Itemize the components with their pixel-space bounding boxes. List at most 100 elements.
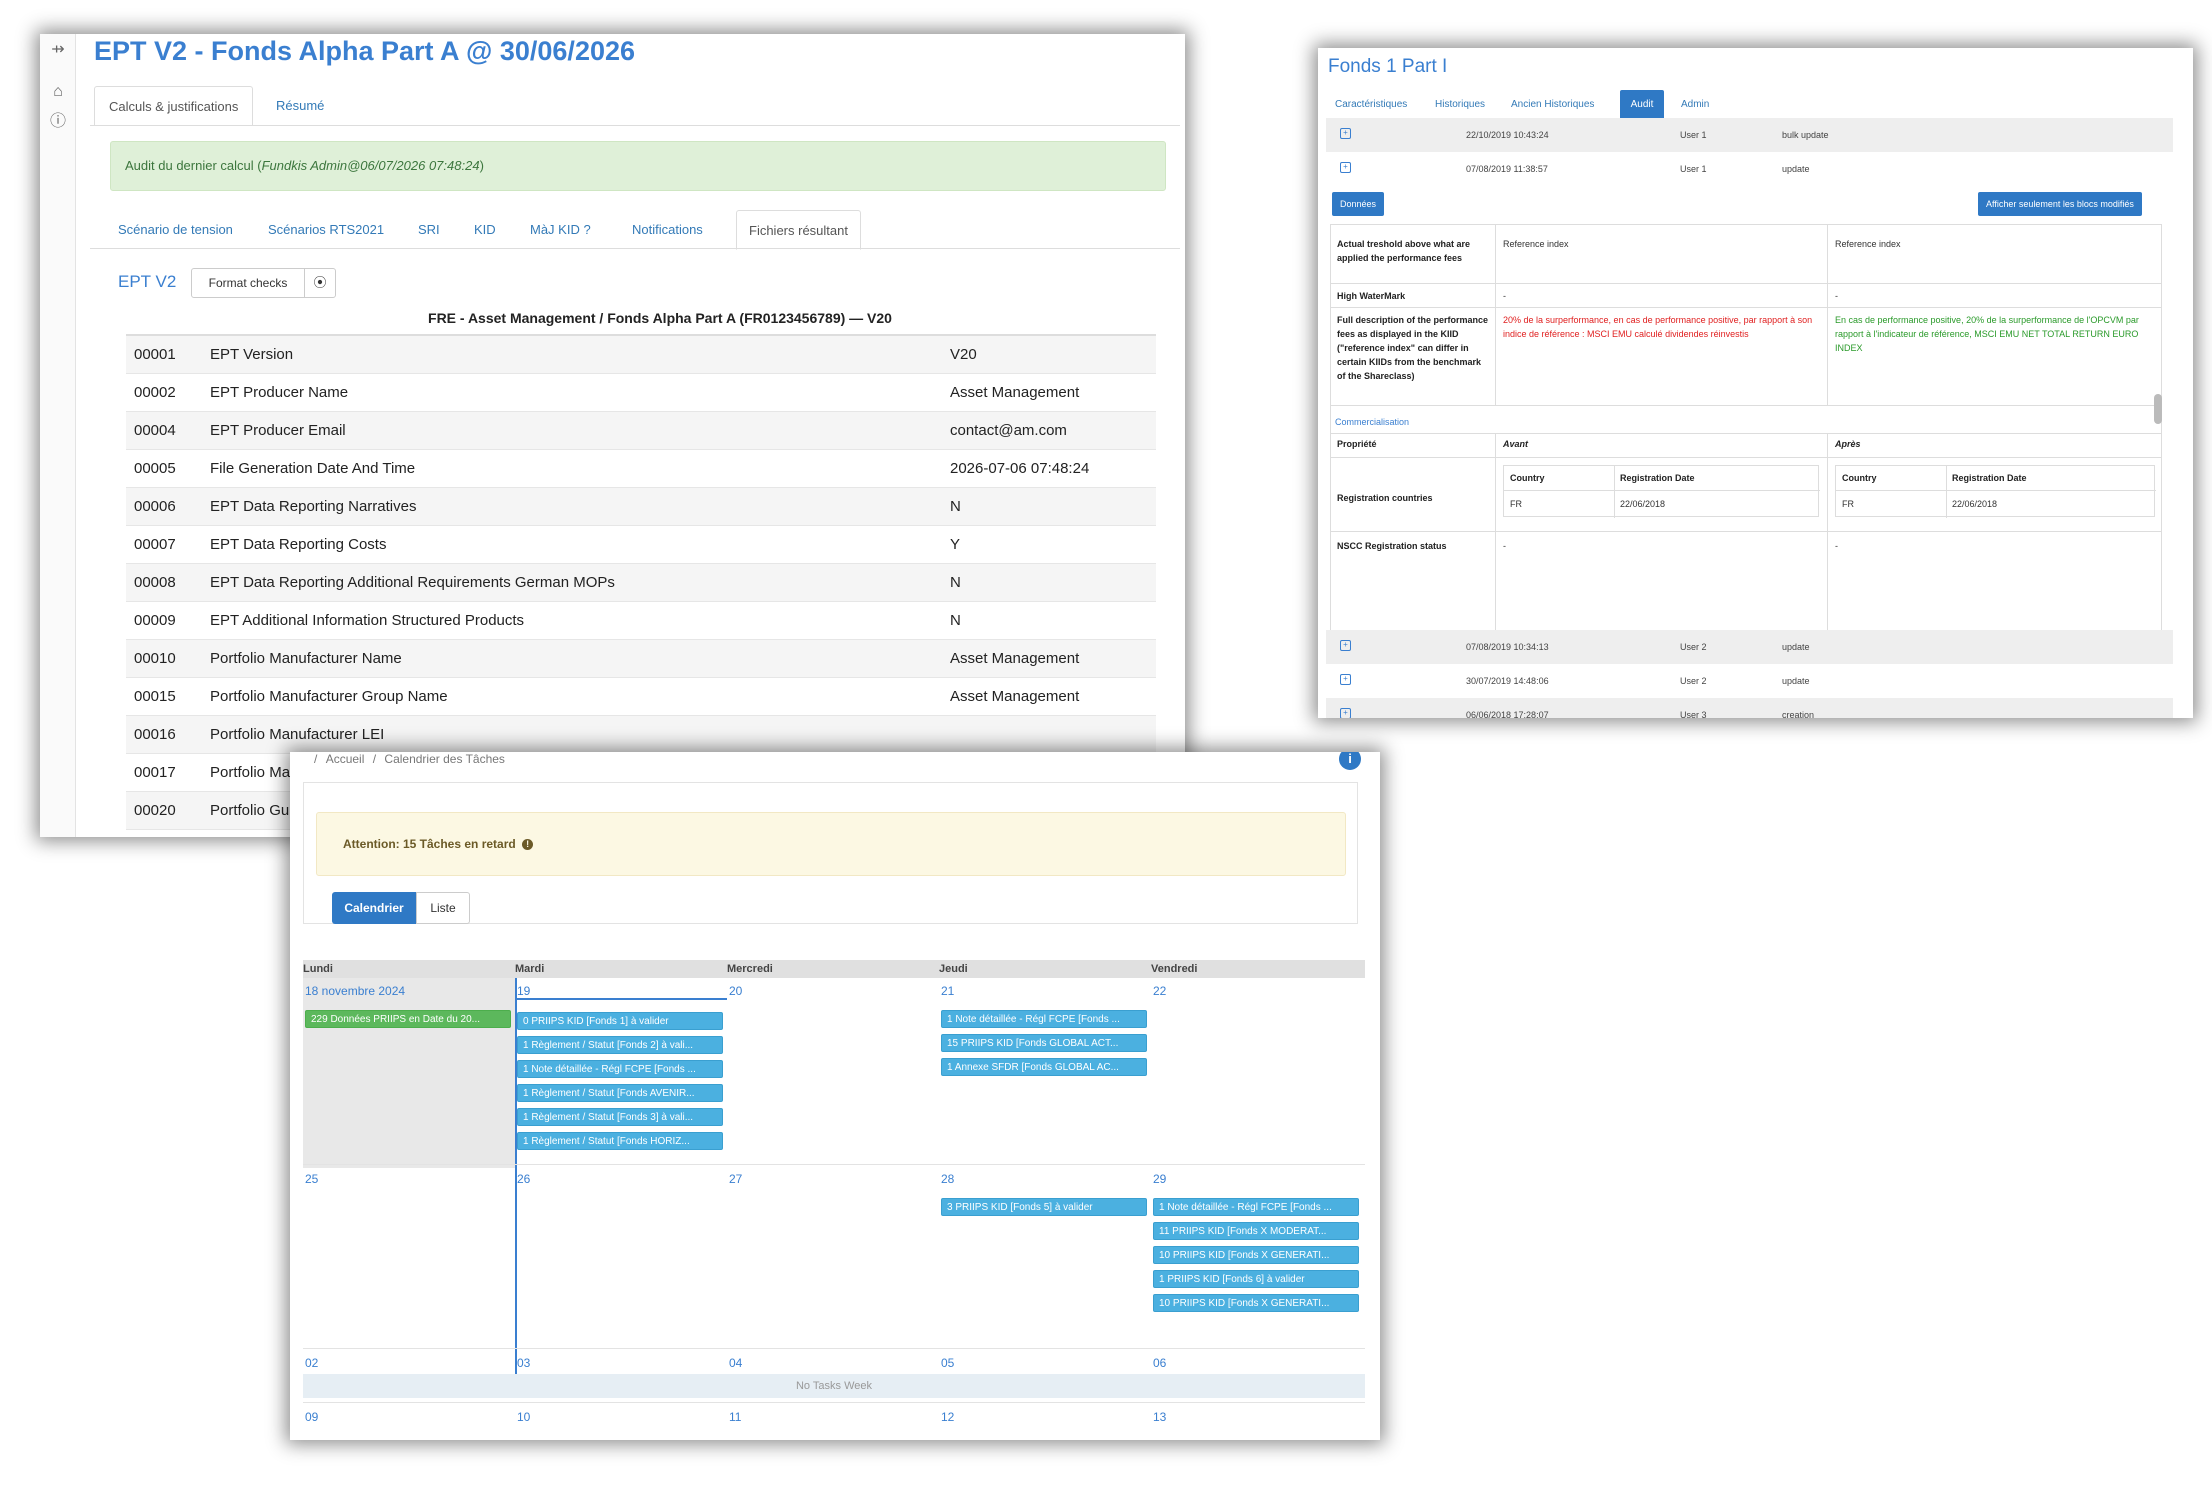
task-event[interactable]: 0 PRIIPS KID [Fonds 1] à valider (517, 1012, 723, 1030)
day-number[interactable]: 19 (517, 984, 530, 998)
day-number[interactable]: 29 (1153, 1172, 1166, 1186)
day-number[interactable]: 26 (517, 1172, 530, 1186)
day-number[interactable]: 20 (729, 984, 742, 998)
day-number[interactable]: 21 (941, 984, 954, 998)
field-value: 2026-07-06 07:48:24 (950, 460, 1090, 477)
day-number[interactable]: 18 novembre 2024 (305, 984, 405, 998)
day-number[interactable]: 25 (305, 1172, 318, 1186)
audit-row[interactable]: +30/07/2019 14:48:06 User 2 update (1326, 664, 2173, 698)
field-code: 00007 (134, 536, 176, 553)
day-number[interactable]: 10 (517, 1410, 530, 1424)
day-number[interactable]: 03 (517, 1356, 530, 1370)
donnees-button[interactable]: Données (1332, 192, 1385, 216)
download-button[interactable]: ⦿ (304, 268, 336, 298)
audit-row[interactable]: +06/06/2018 17:28:07 User 3 creation (1326, 698, 2173, 718)
field-code: 00009 (134, 612, 176, 629)
task-event[interactable]: 1 Note détaillée - Régl FCPE [Fonds ... (1153, 1198, 1359, 1216)
detail-scrollbar[interactable] (2154, 394, 2162, 424)
home-icon[interactable]: ⌂ (48, 82, 68, 102)
task-event[interactable]: 10 PRIIPS KID [Fonds X GENERATI... (1153, 1246, 1359, 1264)
expand-icon[interactable]: + (1340, 128, 1351, 139)
fund-audit-window: Fonds 1 Part I Caractéristiques Historiq… (1318, 48, 2193, 718)
day-number[interactable]: 05 (941, 1356, 954, 1370)
field-name: EPT Producer Name (210, 384, 349, 401)
calendar-view-button[interactable]: Calendrier (332, 892, 416, 924)
task-event[interactable]: 1 Annexe SFDR [Fonds GLOBAL AC... (941, 1058, 1147, 1076)
tab-caracteristiques[interactable]: Caractéristiques (1330, 90, 1412, 120)
row-divider (1331, 405, 2161, 406)
before-date-header: Registration Date (1620, 473, 1695, 483)
tab-scenario-tension[interactable]: Scénario de tension (106, 210, 245, 250)
tab-notifications[interactable]: Notifications (620, 210, 715, 250)
weekday-header: Lundi Mardi Mercredi Jeudi Vendredi (303, 960, 1365, 978)
task-event[interactable]: 1 Règlement / Statut [Fonds AVENIR... (517, 1084, 723, 1102)
tab-sri[interactable]: SRI (406, 210, 452, 250)
expand-icon[interactable]: + (1340, 162, 1351, 173)
tab-resume[interactable]: Résumé (262, 86, 338, 126)
table-row: 00008 EPT Data Reporting Additional Requi… (126, 564, 1156, 602)
tab-audit[interactable]: Audit (1620, 90, 1664, 120)
tab-calculs[interactable]: Calculs & justifications (94, 86, 254, 126)
list-view-button[interactable]: Liste (416, 892, 470, 924)
task-event[interactable]: 229 Données PRIIPS en Date du 20... (305, 1010, 511, 1028)
format-checks-button[interactable]: Format checks (191, 268, 305, 298)
tab-kid[interactable]: KID (462, 210, 508, 250)
task-event[interactable]: 3 PRIIPS KID [Fonds 5] à valider (941, 1198, 1147, 1216)
perf-description-label: Full description of the performance fees… (1337, 315, 1489, 381)
audit-row[interactable]: +07/08/2019 10:34:13 User 2 update (1326, 630, 2173, 664)
audit-user: User 3 (1680, 710, 1707, 718)
breadcrumb-home[interactable]: Accueil (321, 752, 370, 766)
task-event[interactable]: 10 PRIIPS KID [Fonds X GENERATI... (1153, 1294, 1359, 1312)
task-event[interactable]: 1 Note détaillée - Régl FCPE [Fonds ... (517, 1060, 723, 1078)
day-number[interactable]: 22 (1153, 984, 1166, 998)
audit-user: User 1 (1680, 130, 1707, 140)
tab-ancien-historiques[interactable]: Ancien Historiques (1506, 90, 1599, 120)
day-number[interactable]: 28 (941, 1172, 954, 1186)
collapse-icon[interactable]: ⇸ (48, 40, 68, 60)
tab-admin[interactable]: Admin (1676, 90, 1714, 120)
day-number[interactable]: 04 (729, 1356, 742, 1370)
expand-icon[interactable]: + (1340, 674, 1351, 685)
expand-icon[interactable]: + (1340, 708, 1351, 718)
table-row: 00009 EPT Additional Information Structur… (126, 602, 1156, 640)
table-row: 00015 Portfolio Manufacturer Group Name As… (126, 678, 1156, 716)
tab-maj-kid[interactable]: MàJ KID ? (518, 210, 603, 250)
day-number[interactable]: 27 (729, 1172, 742, 1186)
field-code: 00015 (134, 688, 176, 705)
help-icon[interactable]: ⓘ (48, 112, 68, 132)
audit-user: Fundkis Admin@06/07/2026 07:48:24 (261, 158, 480, 173)
task-event[interactable]: 11 PRIIPS KID [Fonds X MODERAT... (1153, 1222, 1359, 1240)
audit-detail-panel: Actual treshold above what are applied t… (1330, 224, 2162, 639)
tab-scenarios-rts2021[interactable]: Scénarios RTS2021 (256, 210, 396, 250)
audit-row[interactable]: +07/08/2019 11:38:57 User 1 update (1326, 152, 2173, 186)
show-modified-blocks-button[interactable]: Afficher seulement les blocs modifiés (1978, 192, 2142, 216)
row-divider (1331, 457, 2161, 458)
task-event[interactable]: 1 Règlement / Statut [Fonds HORIZ... (517, 1132, 723, 1150)
day-number[interactable]: 06 (1153, 1356, 1166, 1370)
task-event[interactable]: 1 Note détaillée - Régl FCPE [Fonds ... (941, 1010, 1147, 1028)
field-code: 00001 (134, 346, 176, 363)
task-event[interactable]: 1 Règlement / Statut [Fonds 3] à vali... (517, 1108, 723, 1126)
task-event[interactable]: 15 PRIIPS KID [Fonds GLOBAL ACT... (941, 1034, 1147, 1052)
field-name: Portfolio Ma (210, 764, 291, 781)
day-number[interactable]: 12 (941, 1410, 954, 1424)
day-number[interactable]: 02 (305, 1356, 318, 1370)
tab-historiques[interactable]: Historiques (1430, 90, 1490, 120)
task-event[interactable]: 1 PRIIPS KID [Fonds 6] à valider (1153, 1270, 1359, 1288)
row-divider (1331, 283, 2161, 284)
task-event[interactable]: 1 Règlement / Statut [Fonds 2] à vali... (517, 1036, 723, 1054)
expand-icon[interactable]: + (1340, 640, 1351, 651)
audit-row[interactable]: +22/10/2019 10:43:24 User 1 bulk update (1326, 118, 2173, 152)
day-number[interactable]: 09 (305, 1410, 318, 1424)
field-code: 00004 (134, 422, 176, 439)
col-propriete: Propriété (1337, 439, 1377, 449)
info-icon[interactable]: i (1339, 752, 1361, 770)
perf-description-before: 20% de la surperformance, en cas de perf… (1503, 315, 1813, 339)
day-number[interactable]: 13 (1153, 1410, 1166, 1424)
field-code: 00017 (134, 764, 176, 781)
overdue-warning: Attention: 15 Tâches en retard ! (316, 812, 1346, 876)
tab-fichiers-resultant[interactable]: Fichiers résultant (736, 210, 861, 250)
col-divider (1827, 433, 1828, 633)
field-code: 00005 (134, 460, 176, 477)
day-number[interactable]: 11 (729, 1410, 741, 1424)
